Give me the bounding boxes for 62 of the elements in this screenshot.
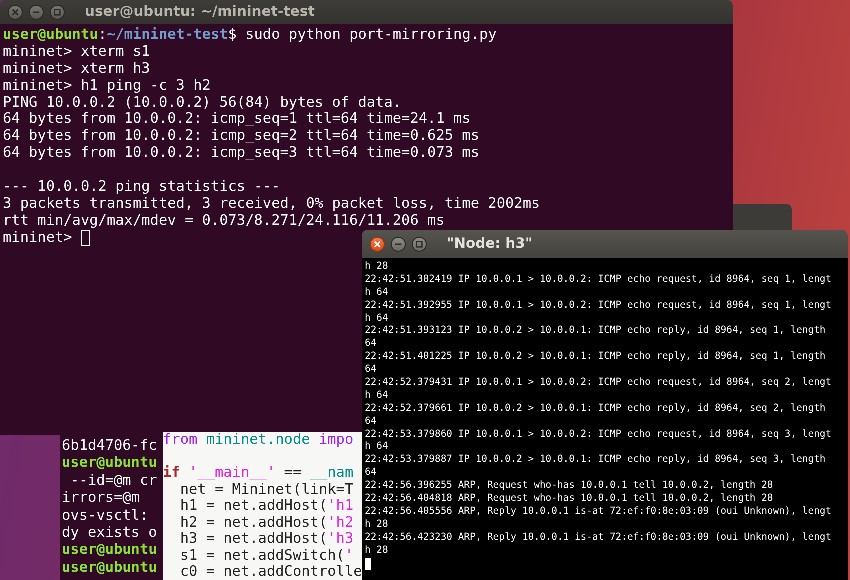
terminal-line: user@ubuntu	[62, 560, 158, 576]
terminal-line: --id=@m cr	[70, 472, 158, 489]
code-line: if '__main__' == __nam	[163, 465, 354, 481]
terminal-line: 64	[365, 416, 377, 429]
terminal-line: h 28	[365, 261, 388, 274]
terminal-line: 3 packets transmitted, 3 received, 0% packet loss, time 2002ms	[3, 196, 540, 213]
terminal-line: 22:42:53.379887 IP 10.0.0.2 > 10.0.0.1: ICMP echo reply, id 8964, seq 3, length	[365, 454, 826, 468]
terminal-line: h 28	[365, 544, 388, 558]
terminal-line: dy exists o	[62, 524, 158, 541]
terminal-line: PING 10.0.0.2 (10.0.0.2) 56(84) bytes of data.	[3, 94, 402, 112]
window-title: user@ubuntu: ~/mininet-test	[85, 4, 315, 20]
terminal-line: 22:42:56.396255 ARP, Request who-has 10.0.0.1 tell 10.0.0.2, length 28	[365, 480, 774, 494]
terminal-line: 22:42:53.379860 IP 10.0.0.1 > 10.0.0.2: ICMP echo request, id 8964, seq 3, lengt	[365, 428, 832, 442]
terminal-line: 22:42:51.401225 IP 10.0.0.2 > 10.0.0.1: ICMP echo reply, id 8964, seq 1, length	[365, 351, 826, 364]
terminal-line: 22:42:56.423230 ARP, Reply 10.0.0.1 is-at 72:ef:f0:8e:03:09 (oui Unknown), lengt	[365, 532, 832, 545]
terminal-line: ovs-vsctl:	[62, 508, 149, 524]
terminal-line: 22:42:51.392955 IP 10.0.0.1 > 10.0.0.2: ICMP echo request, id 8964, seq 1, lengt	[365, 300, 832, 313]
terminal-line: h 64	[365, 441, 388, 454]
terminal-line: h 64	[365, 390, 388, 403]
maximize-icon	[415, 240, 424, 248]
maximize-button[interactable]	[50, 4, 65, 20]
terminal-line: 64	[365, 338, 377, 352]
terminal-line: 22:42:52.379431 IP 10.0.0.1 > 10.0.0.2: ICMP echo request, id 8964, seq 2, lengt	[365, 377, 832, 390]
code-line: h2 = net.addHost('h2	[179, 514, 354, 530]
terminal-line: mininet> xterm s1	[3, 44, 150, 61]
code-line: h1 = net.addHost('h1	[179, 498, 354, 514]
terminal-line: 22:42:51.382419 IP 10.0.0.1 > 10.0.0.2: ICMP echo request, id 8964, seq 1, lengt	[365, 274, 832, 287]
terminal-line: 64	[365, 364, 377, 378]
terminal-line: 6b1d4706-fc	[62, 438, 158, 454]
terminal-line: mininet> h1 ping -c 3 h2	[3, 78, 211, 95]
terminal-line: 22:42:52.379661 IP 10.0.0.2 > 10.0.0.1: ICMP echo reply, id 8964, seq 2, length	[365, 402, 826, 416]
code-line: from mininet.node impo	[163, 432, 354, 448]
terminal-line: user@ubuntu:~/mininet-test$ sudo python port-mirroring.py	[3, 27, 497, 44]
terminal-line: mininet> xterm h3	[3, 60, 150, 78]
terminal-line: rtt min/avg/max/mdev = 0.073/8.271/24.116/11.206 ms	[3, 212, 445, 230]
terminal-line: h 64	[365, 312, 388, 326]
terminal-line: h 64	[365, 286, 388, 300]
terminal-line: 22:42:56.404818 ARP, Request who-has 10.0.0.1 tell 10.0.0.2, length 28	[365, 493, 774, 506]
code-line: c0 = net.addControlle	[179, 564, 362, 580]
terminal-line: user@ubuntu	[62, 455, 158, 472]
maximize-button[interactable]	[412, 236, 427, 252]
terminal-line: user@ubuntu	[62, 542, 158, 558]
minimize-button[interactable]	[29, 4, 44, 20]
close-icon	[373, 240, 382, 248]
terminal-line: h 28	[365, 518, 388, 532]
minimize-button[interactable]	[391, 236, 406, 252]
terminal-line: mininet>	[3, 230, 74, 247]
terminal-line: 64 bytes from 10.0.0.2: icmp_seq=3 ttl=64 time=0.073 ms	[3, 145, 480, 162]
window-title: "Node: h3"	[447, 236, 533, 252]
terminal-line: irrors=@m	[62, 490, 140, 506]
terminal-line: 64	[365, 467, 377, 480]
maximize-icon	[53, 8, 62, 16]
code-line: net = Mininet(link=T	[179, 482, 354, 498]
terminal-line: 22:42:51.393123 IP 10.0.0.2 > 10.0.0.1: ICMP echo reply, id 8964, seq 1, length	[365, 325, 826, 338]
code-line: s1 = net.addSwitch('	[179, 548, 354, 564]
terminal-line: --- 10.0.0.2 ping statistics ---	[3, 179, 280, 196]
terminal-line: 64 bytes from 10.0.0.2: icmp_seq=1 ttl=64 time=24.1 ms	[3, 111, 471, 128]
close-icon	[11, 8, 20, 16]
terminal-line: 64 bytes from 10.0.0.2: icmp_seq=2 ttl=64 time=0.625 ms	[3, 128, 480, 146]
close-button[interactable]	[370, 236, 385, 252]
terminal-line: 22:42:56.405556 ARP, Reply 10.0.0.1 is-at 72:ef:f0:8e:03:09 (oui Unknown), lengt	[365, 506, 832, 519]
code-line: h3 = net.addHost('h3	[179, 531, 354, 547]
